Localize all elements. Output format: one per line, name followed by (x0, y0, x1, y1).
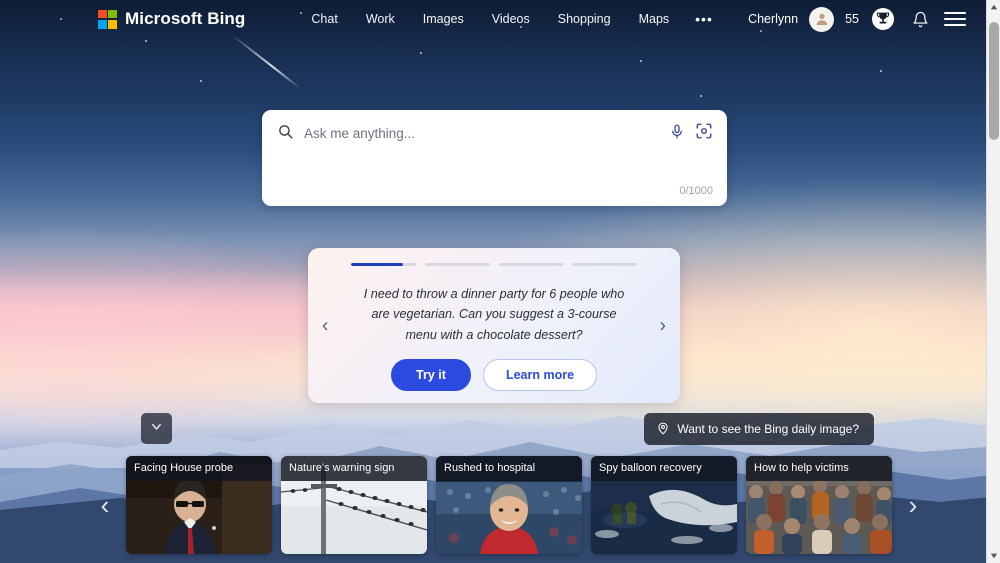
suggestion-carousel-card: ‹ › I need to throw a dinner party for 6… (308, 248, 680, 403)
star (880, 70, 882, 72)
news-card-title: How to help victims (746, 456, 892, 482)
rewards-points-count: 55 (845, 12, 859, 26)
progress-bar-1[interactable] (351, 263, 416, 266)
progress-bar-4[interactable] (572, 263, 637, 266)
rewards-trophy-icon[interactable] (870, 6, 896, 32)
star (640, 60, 642, 62)
news-card[interactable]: How to help victims (746, 456, 892, 554)
user-name-label: Cherlynn (748, 12, 799, 26)
progress-bar-2[interactable] (424, 263, 490, 266)
suggestion-next-chevron-icon[interactable]: › (660, 316, 666, 335)
search-box[interactable]: 0/1000 (262, 110, 727, 206)
main-nav: Chat Work Images Videos Shopping Maps ••… (297, 7, 724, 31)
user-avatar-icon[interactable] (809, 6, 835, 32)
hamburger-menu-icon[interactable] (944, 12, 966, 26)
news-card[interactable]: Nature's warning sign (281, 456, 427, 554)
star (200, 80, 202, 82)
progress-bar-3[interactable] (498, 263, 564, 266)
brand-label: Microsoft Bing (125, 9, 246, 28)
vertical-scrollbar[interactable] (986, 0, 1000, 563)
star (420, 52, 422, 54)
scroll-down-arrow-icon[interactable] (987, 549, 1000, 563)
nav-item-videos[interactable]: Videos (478, 8, 544, 30)
news-card[interactable]: Rushed to hospital (436, 456, 582, 554)
visual-search-camera-icon[interactable] (695, 122, 713, 145)
nav-item-work[interactable]: Work (352, 8, 409, 30)
news-card-title: Nature's warning sign (281, 456, 427, 482)
daily-image-label: Want to see the Bing daily image? (677, 422, 859, 436)
nav-item-images[interactable]: Images (409, 8, 478, 30)
try-it-button[interactable]: Try it (390, 359, 471, 392)
carousel-progress-indicators (351, 263, 637, 266)
star (145, 40, 147, 42)
search-icon (277, 123, 294, 145)
search-input-row (262, 110, 727, 145)
news-card-title: Spy balloon recovery (591, 456, 737, 482)
location-pin-icon (656, 421, 670, 438)
news-card-list: Facing House probe Nature's warning sign… (126, 456, 892, 554)
microsoft-squares-logo (98, 9, 117, 29)
collapse-feed-button[interactable] (141, 413, 172, 444)
nav-item-maps[interactable]: Maps (625, 8, 684, 30)
bing-daily-image-prompt[interactable]: Want to see the Bing daily image? (644, 413, 874, 445)
search-input[interactable] (304, 124, 659, 143)
bing-brand-logo[interactable]: Microsoft Bing (98, 9, 245, 29)
nav-overflow-ellipsis-icon[interactable]: ••• (683, 7, 725, 31)
learn-more-button[interactable]: Learn more (482, 359, 598, 392)
star (700, 95, 702, 97)
news-card-title: Rushed to hospital (436, 456, 582, 482)
suggestion-prompt-text: I need to throw a dinner party for 6 peo… (363, 287, 625, 342)
character-counter: 0/1000 (679, 185, 713, 197)
news-card[interactable]: Spy balloon recovery (591, 456, 737, 554)
suggestion-actions: Try it Learn more (390, 359, 598, 392)
header-right-cluster: Cherlynn 55 (748, 6, 972, 32)
news-carousel: ‹ Facing House probe Nature's warning si… (84, 450, 920, 560)
news-card[interactable]: Facing House probe (126, 456, 272, 554)
news-card-title: Facing House probe (126, 456, 272, 482)
carousel-prev-chevron-icon[interactable]: ‹ (84, 490, 126, 521)
scrollbar-thumb[interactable] (988, 22, 999, 140)
scrollbar-track[interactable] (987, 14, 1000, 549)
nav-item-chat[interactable]: Chat (297, 8, 351, 30)
suggestion-prev-chevron-icon[interactable]: ‹ (322, 316, 328, 335)
bell-icon[interactable] (907, 6, 933, 32)
chevron-down-icon (149, 419, 164, 439)
scroll-up-arrow-icon[interactable] (987, 0, 1000, 14)
nav-item-shopping[interactable]: Shopping (544, 8, 625, 30)
microphone-icon[interactable] (669, 123, 685, 145)
carousel-next-chevron-icon[interactable]: › (892, 490, 934, 521)
top-navigation-bar: Microsoft Bing Chat Work Images Videos S… (0, 0, 986, 38)
